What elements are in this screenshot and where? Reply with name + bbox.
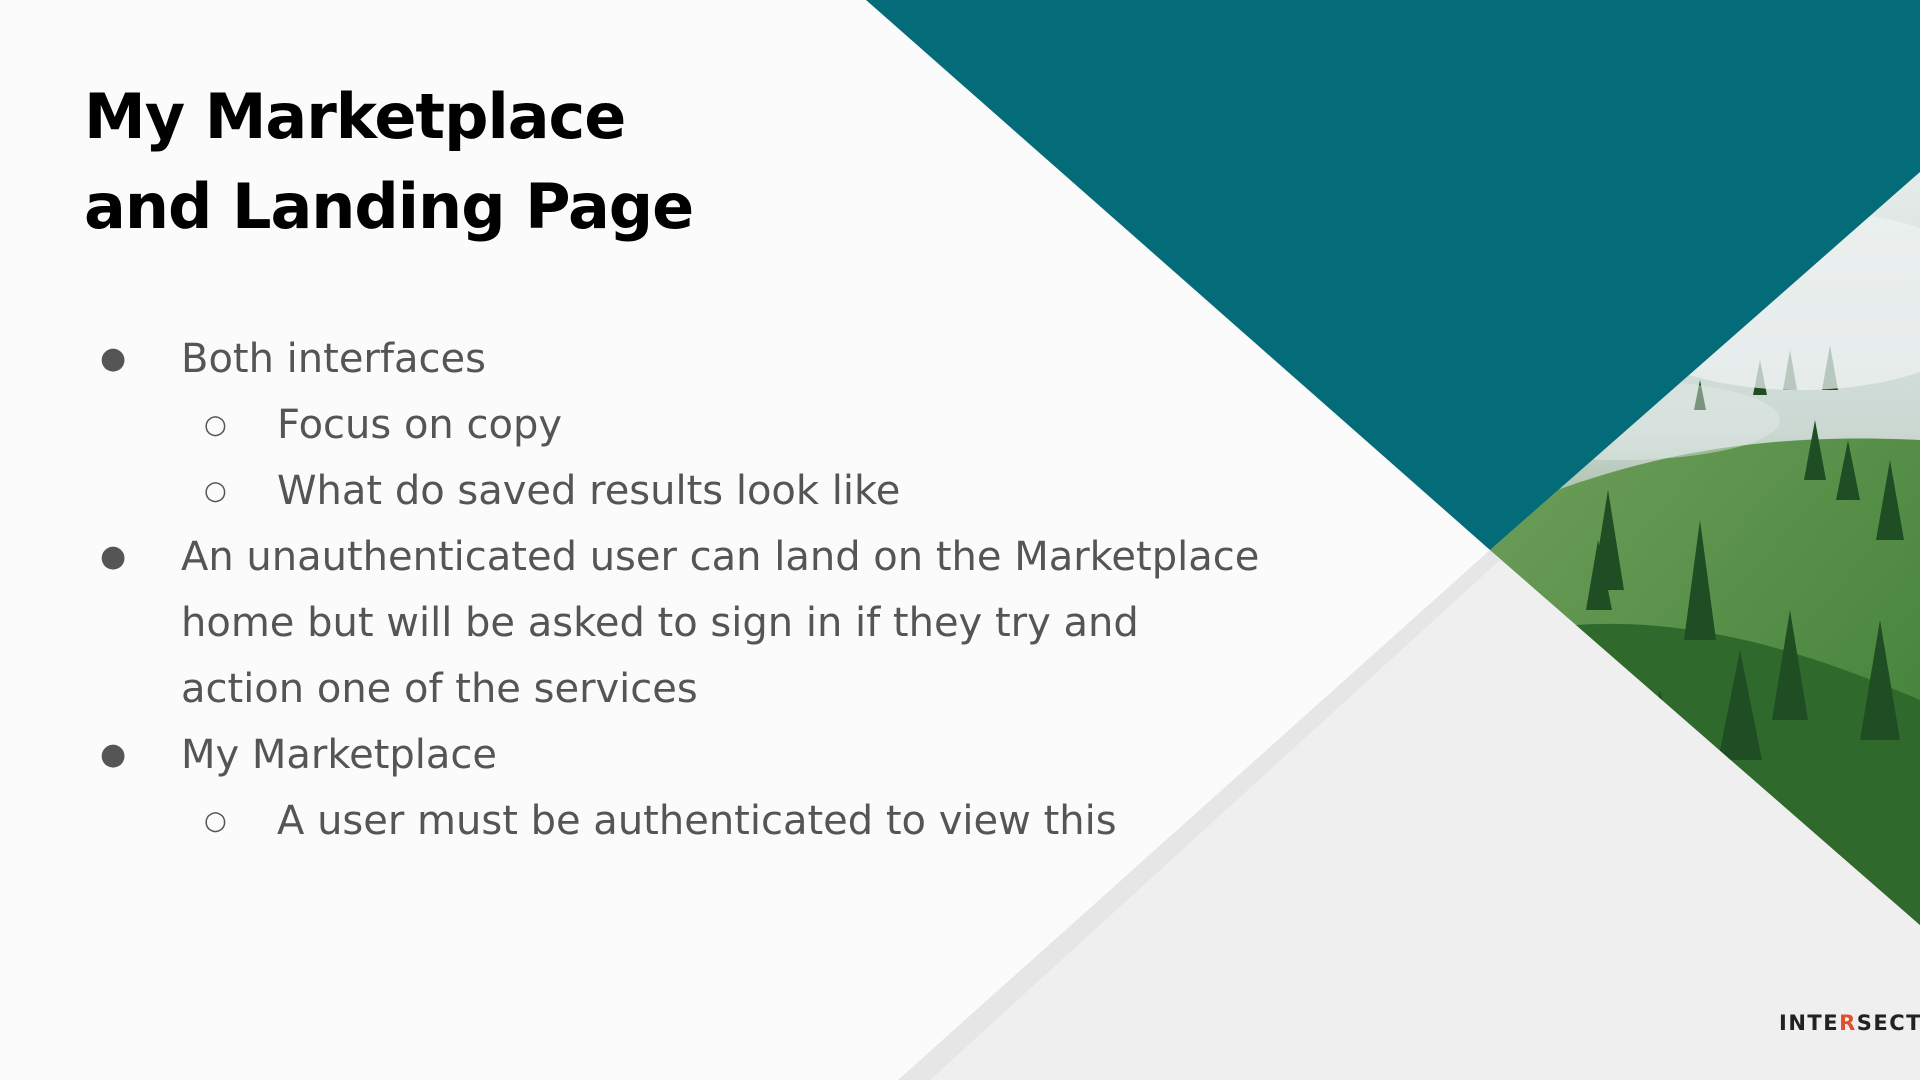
logo-text-accent: R: [1839, 1011, 1857, 1035]
bullet-dot-icon: ●: [100, 539, 127, 574]
bullet-text: Both interfaces: [181, 336, 486, 382]
bullet-text: What do saved results look like: [277, 468, 901, 514]
bullet-item: ● An unauthenticated user can land on th…: [100, 524, 1260, 722]
bullet-list: ● Both interfaces ○ Focus on copy ○ What…: [100, 326, 1260, 854]
sub-bullet-item: ○ Focus on copy: [100, 392, 1260, 458]
bullet-text: A user must be authenticated to view thi…: [277, 798, 1117, 844]
bullet-text: An unauthenticated user can land on the …: [181, 534, 1260, 712]
logo-text-prefix: INTE: [1779, 1011, 1840, 1035]
bullet-text: My Marketplace: [181, 732, 498, 778]
title-line-1: My Marketplace: [84, 80, 626, 153]
logo-text-suffix: SECT: [1856, 1011, 1920, 1035]
sub-bullet-item: ○ What do saved results look like: [100, 458, 1260, 524]
bullet-circle-icon: ○: [204, 410, 227, 440]
bullet-circle-icon: ○: [204, 476, 227, 506]
title-line-2: and Landing Page: [84, 170, 694, 243]
bullet-dot-icon: ●: [100, 341, 127, 376]
intersect-logo: INTERSECT: [1779, 1011, 1920, 1035]
bullet-item: ● Both interfaces: [100, 326, 1260, 392]
slide-title: My Marketplace and Landing Page: [84, 72, 694, 252]
bullet-text: Focus on copy: [277, 402, 563, 448]
bullet-dot-icon: ●: [100, 737, 127, 772]
bullet-item: ● My Marketplace: [100, 722, 1260, 788]
sub-bullet-item: ○ A user must be authenticated to view t…: [100, 788, 1260, 854]
bullet-circle-icon: ○: [204, 806, 227, 836]
